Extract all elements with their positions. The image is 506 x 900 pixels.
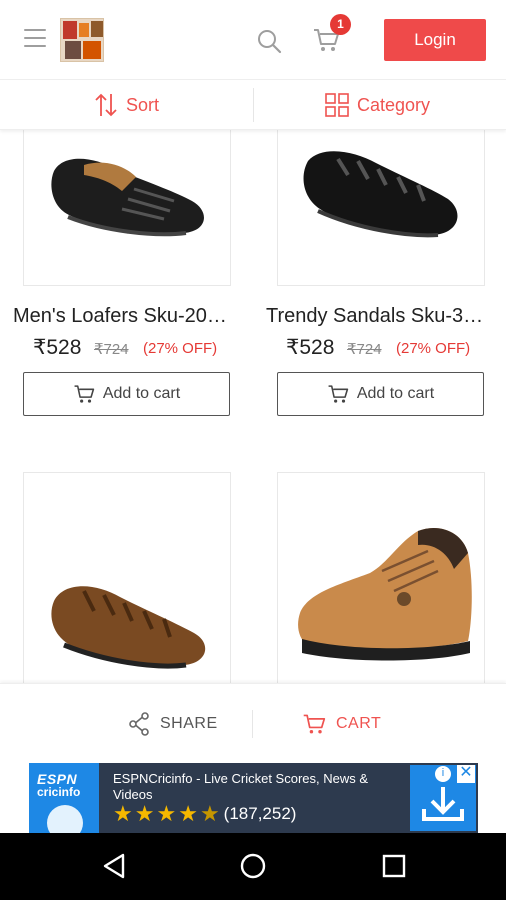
ad-rating: ★ ★ ★ ★ ★ (187,252) <box>113 803 296 825</box>
brown-sandal-image <box>51 586 206 669</box>
share-label: SHARE <box>160 715 218 732</box>
sort-button[interactable]: Sort <box>94 80 159 130</box>
action-divider <box>252 710 253 738</box>
filter-bar: Sort Category <box>0 80 506 130</box>
loafer-shoe-image <box>51 158 204 237</box>
login-button[interactable]: Login <box>384 19 486 61</box>
sandal-shoe-image <box>303 151 458 238</box>
add-to-cart-label: Add to cart <box>356 385 435 402</box>
product-discount: (27% OFF) <box>143 340 218 357</box>
category-button[interactable]: Category <box>325 80 430 130</box>
product-image-sandals[interactable] <box>277 118 485 286</box>
system-navigation-bar <box>0 833 506 900</box>
star-icon: ★ <box>156 801 177 826</box>
cart-button[interactable]: CART <box>302 712 381 736</box>
product-mrp: ₹724 <box>94 341 129 358</box>
ad-banner[interactable]: ESPN cricinfo ESPNCricinfo - Live Cricke… <box>29 763 478 841</box>
cart-icon <box>303 714 326 734</box>
product-name[interactable]: Trendy Sandals Sku-3… <box>266 305 496 328</box>
half-star-icon: ★ <box>199 801 220 826</box>
ad-rating-count: (187,252) <box>223 804 297 823</box>
add-to-cart-button[interactable]: Add to cart <box>23 372 230 416</box>
cart-label: CART <box>336 715 382 732</box>
cart-icon <box>328 385 349 403</box>
filter-divider <box>253 88 254 122</box>
product-image-brown-sandal[interactable] <box>23 472 231 702</box>
star-icon: ★ <box>134 801 155 826</box>
add-to-cart-label: Add to cart <box>102 385 181 402</box>
back-icon[interactable] <box>102 853 126 879</box>
recent-apps-icon[interactable] <box>382 854 406 878</box>
search-icon[interactable] <box>256 28 282 54</box>
cart-icon <box>74 385 95 403</box>
star-icon: ★ <box>113 801 133 826</box>
top-app-bar: 1 Login <box>0 0 506 80</box>
add-to-cart-button[interactable]: Add to cart <box>277 372 484 416</box>
category-label: Category <box>357 94 431 115</box>
product-price: ₹528 <box>33 336 82 359</box>
grid-icon <box>325 93 349 117</box>
product-name[interactable]: Men's Loafers Sku-20… <box>13 305 243 328</box>
cart-count-badge: 1 <box>330 14 351 35</box>
sort-icon <box>95 93 117 117</box>
espncricinfo-logo: ESPN cricinfo <box>29 763 99 841</box>
product-image-loafers[interactable] <box>23 118 231 286</box>
product-image-brown-boot[interactable] <box>277 472 485 702</box>
bottom-action-bar: SHARE CART <box>0 683 506 763</box>
product-mrp: ₹724 <box>347 341 382 358</box>
product-discount: (27% OFF) <box>396 340 471 357</box>
ad-logo-line2: cricinfo <box>37 785 81 799</box>
share-button[interactable]: SHARE <box>128 712 218 736</box>
store-logo[interactable] <box>60 18 104 62</box>
brown-boot-image <box>298 527 472 661</box>
sort-label: Sort <box>126 94 160 115</box>
ad-close-icon[interactable]: ✕ <box>457 765 475 783</box>
ad-info-icon[interactable]: i <box>434 765 452 783</box>
star-icon: ★ <box>178 801 198 826</box>
share-icon <box>129 712 149 736</box>
app-screen: 1 Login Sort Category Men's Loafers Sku-… <box>0 0 506 900</box>
product-price: ₹528 <box>286 336 335 359</box>
ad-title: ESPNCricinfo - Live Cricket Scores, News… <box>113 771 369 802</box>
home-icon[interactable] <box>240 853 266 879</box>
hamburger-menu-icon[interactable] <box>24 29 46 49</box>
